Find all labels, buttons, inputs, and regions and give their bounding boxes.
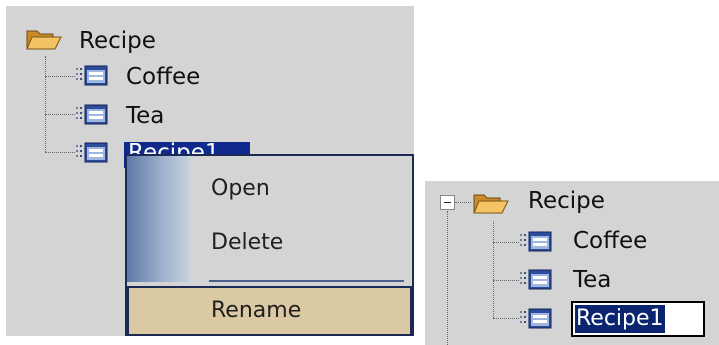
menu-item-delete[interactable]: Delete xyxy=(211,230,283,255)
rename-input[interactable]: Recipe1 xyxy=(571,301,705,337)
tree-connector xyxy=(45,152,75,153)
menu-separator xyxy=(209,280,404,282)
tree-item-coffee[interactable]: Coffee xyxy=(573,227,647,255)
tree-connector xyxy=(493,318,519,319)
tree-connector xyxy=(493,280,519,281)
table-icon xyxy=(520,308,552,330)
open-folder-icon xyxy=(473,192,509,214)
right-tree-panel: Recipe Coffee Tea Recipe1 xyxy=(425,181,719,345)
table-icon xyxy=(76,65,108,87)
menu-item-open[interactable]: Open xyxy=(211,176,270,201)
tree-connector xyxy=(447,211,448,345)
tree-connector xyxy=(493,242,519,243)
tree-connector xyxy=(45,76,75,77)
context-menu: Open Delete Rename xyxy=(125,154,414,336)
menu-gutter xyxy=(127,156,189,282)
table-icon xyxy=(520,231,552,253)
tree-connector xyxy=(493,221,494,318)
left-tree-panel: Recipe Coffee Tea Recipe1 Open Delete Re… xyxy=(6,6,414,336)
table-icon xyxy=(76,104,108,126)
tree-item-tea[interactable]: Tea xyxy=(573,266,611,294)
tree-root-label[interactable]: Recipe xyxy=(79,27,156,55)
tree-root-label[interactable]: Recipe xyxy=(528,187,605,215)
tree-item-coffee[interactable]: Coffee xyxy=(126,63,200,91)
table-icon xyxy=(76,142,108,164)
tree-connector xyxy=(45,56,46,152)
table-icon xyxy=(520,269,552,291)
open-folder-icon xyxy=(26,28,62,50)
menu-item-rename-label: Rename xyxy=(211,298,302,323)
collapse-box-icon[interactable] xyxy=(440,195,455,210)
tree-item-tea[interactable]: Tea xyxy=(126,102,164,130)
tree-connector xyxy=(455,202,471,203)
menu-item-rename[interactable]: Rename xyxy=(127,286,412,336)
tree-connector xyxy=(45,114,75,115)
rename-input-selected-text: Recipe1 xyxy=(575,305,665,333)
